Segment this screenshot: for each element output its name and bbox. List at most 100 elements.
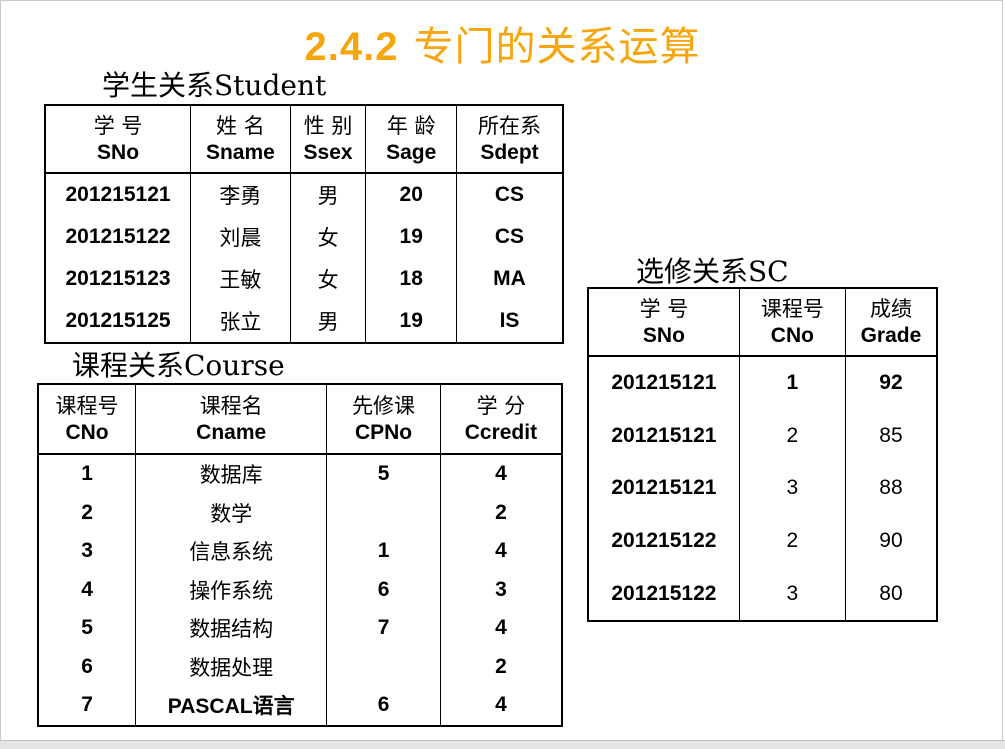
table-cell: 数据库 <box>135 454 328 494</box>
table-cell: 数学 <box>135 493 328 532</box>
table-cell: 6 <box>37 647 137 686</box>
student-header-cell: 学 号 SNo <box>44 105 192 174</box>
table-cell: 201215122 <box>587 567 740 621</box>
sc-header-cell: 成绩 Grade <box>844 288 938 357</box>
table-cell: 19 <box>365 216 457 258</box>
table-cell: 2 <box>738 409 846 463</box>
table-cell: 操作系统 <box>135 570 328 609</box>
table-cell: 2 <box>37 493 137 532</box>
table-cell: 3 <box>738 462 846 515</box>
table-cell: CS <box>455 216 564 258</box>
table-cell: 18 <box>365 258 457 300</box>
table-row: 3 信息系统 1 4 <box>37 532 563 571</box>
table-row: 201215122 刘晨 女 19 CS <box>44 216 564 258</box>
table-cell <box>326 493 441 532</box>
table-cell: 3 <box>37 532 137 571</box>
table-cell: 80 <box>844 567 938 621</box>
table-cell: 201215125 <box>44 300 192 343</box>
course-caption: 课程关系Course <box>72 349 285 382</box>
table-cell: 88 <box>844 462 938 515</box>
table-cell: 男 <box>289 173 367 216</box>
table-row: 7 PASCAL语言 6 4 <box>37 686 563 726</box>
student-caption: 学生关系Student <box>102 69 327 102</box>
table-cell: 201215121 <box>587 462 740 515</box>
table-cell: 女 <box>289 216 367 258</box>
table-cell: 4 <box>439 609 563 648</box>
sc-header-cell: 学 号 SNo <box>587 288 740 357</box>
table-cell: 4 <box>439 532 563 571</box>
table-cell: 4 <box>439 454 563 494</box>
table-cell: 刘晨 <box>190 216 291 258</box>
course-header-cell: 学 分 Ccredit <box>439 384 563 455</box>
table-cell: 20 <box>365 173 457 216</box>
table-cell: 数据结构 <box>135 609 328 648</box>
table-cell <box>326 647 441 686</box>
sc-header-row: 学 号 SNo 课程号 CNo 成绩 Grade <box>587 288 938 357</box>
table-cell: 201215122 <box>587 514 740 568</box>
table-row: 5 数据结构 7 4 <box>37 609 563 648</box>
table-cell: 2 <box>738 514 846 568</box>
student-header-cell: 年 龄 Sage <box>365 105 457 174</box>
table-cell: 信息系统 <box>135 532 328 571</box>
table-cell: 3 <box>738 567 846 621</box>
table-cell: 男 <box>289 300 367 343</box>
table-cell: 90 <box>844 514 938 568</box>
table-cell: 1 <box>37 454 137 494</box>
table-cell: 19 <box>365 300 457 343</box>
course-header-cell: 课程名 Cname <box>135 384 328 455</box>
table-cell: 2 <box>439 647 563 686</box>
table-cell: PASCAL语言 <box>135 686 328 726</box>
table-row: 201215122 2 90 <box>587 514 938 568</box>
table-cell: 7 <box>37 686 137 726</box>
table-cell: 5 <box>37 609 137 648</box>
section-number: 2.4.2 <box>304 25 399 69</box>
table-cell: 201215123 <box>44 258 192 300</box>
table-cell: 201215121 <box>587 356 740 410</box>
section-title: 专门的关系运算 <box>413 24 701 70</box>
table-row: 201215121 李勇 男 20 CS <box>44 173 564 216</box>
table-cell: 5 <box>326 454 441 494</box>
table-row: 2 数学 2 <box>37 493 563 532</box>
table-cell: 王敏 <box>190 258 291 300</box>
student-header-cell: 性 别 Ssex <box>289 105 367 174</box>
table-row: 201215121 2 85 <box>587 409 938 463</box>
table-cell: 6 <box>326 570 441 609</box>
table-row: 201215125 张立 男 19 IS <box>44 300 564 343</box>
table-row: 1 数据库 5 4 <box>37 454 563 494</box>
table-row: 201215122 3 80 <box>587 567 938 621</box>
table-cell: 7 <box>326 609 441 648</box>
course-header-row: 课程号 CNo 课程名 Cname 先修课 CPNo 学 分 Ccredit <box>37 384 563 455</box>
student-header-cell: 所在系 Sdept <box>455 105 564 174</box>
table-cell: 6 <box>326 686 441 726</box>
sc-table: 学 号 SNo 课程号 CNo 成绩 Grade 201215121 1 92 201… <box>587 287 938 622</box>
table-cell: 3 <box>439 570 563 609</box>
table-row: 201215121 3 88 <box>587 462 938 515</box>
student-table: 学 号 SNo 姓 名 Sname 性 别 Ssex 年 龄 Sage 所在系 Sdept… <box>44 104 564 344</box>
table-row: 201215123 王敏 女 18 MA <box>44 258 564 300</box>
table-row: 6 数据处理 2 <box>37 647 563 686</box>
table-cell: 1 <box>738 356 846 410</box>
table-cell: IS <box>455 300 564 343</box>
table-cell: 4 <box>439 686 563 726</box>
table-cell: CS <box>455 173 564 216</box>
sc-caption: 选修关系SC <box>636 255 789 288</box>
student-header-row: 学 号 SNo 姓 名 Sname 性 别 Ssex 年 龄 Sage 所在系 Sdept <box>44 105 564 174</box>
table-row: 4 操作系统 6 3 <box>37 570 563 609</box>
course-table: 课程号 CNo 课程名 Cname 先修课 CPNo 学 分 Ccredit 1 数据库… <box>37 383 563 727</box>
table-cell: 201215121 <box>587 409 740 463</box>
table-cell: 数据处理 <box>135 647 328 686</box>
sc-header-cell: 课程号 CNo <box>738 288 846 357</box>
course-header-cell: 课程号 CNo <box>37 384 137 455</box>
table-cell: 2 <box>439 493 563 532</box>
table-cell: 4 <box>37 570 137 609</box>
table-cell: 201215122 <box>44 216 192 258</box>
table-cell: 92 <box>844 356 938 410</box>
table-cell: 201215121 <box>44 173 192 216</box>
table-cell: 张立 <box>190 300 291 343</box>
student-header-cell: 姓 名 Sname <box>190 105 291 174</box>
table-cell: 1 <box>326 532 441 571</box>
table-cell: 女 <box>289 258 367 300</box>
table-row: 201215121 1 92 <box>587 356 938 410</box>
course-header-cell: 先修课 CPNo <box>326 384 441 455</box>
table-cell: MA <box>455 258 564 300</box>
